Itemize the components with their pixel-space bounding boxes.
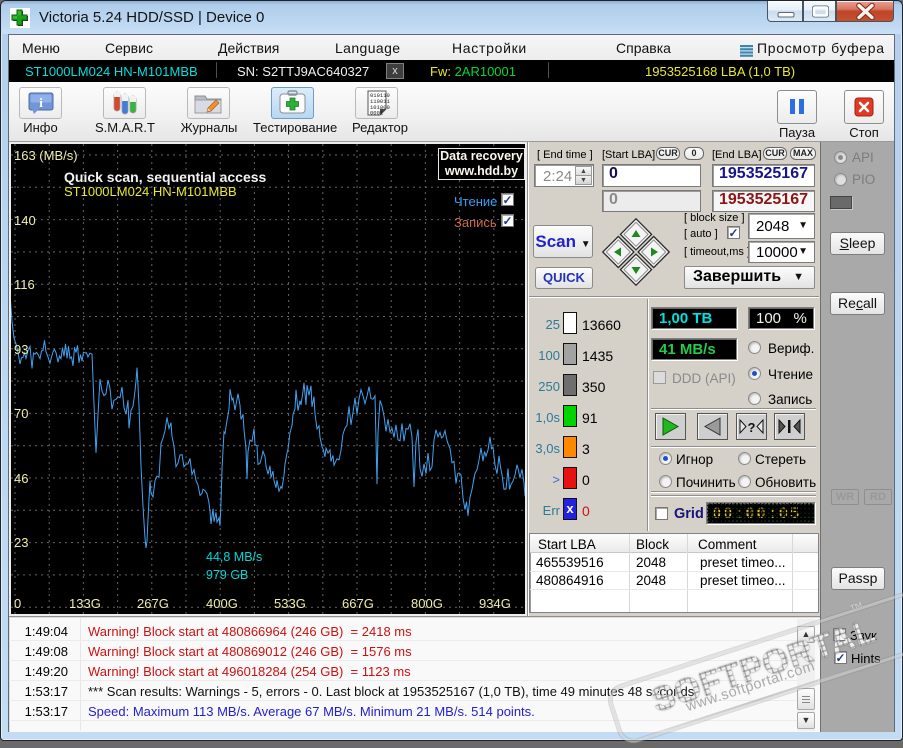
svg-text:?: ? [748,420,756,435]
svg-text:i: i [39,95,43,110]
svg-text:0001: 0001 [370,110,384,117]
